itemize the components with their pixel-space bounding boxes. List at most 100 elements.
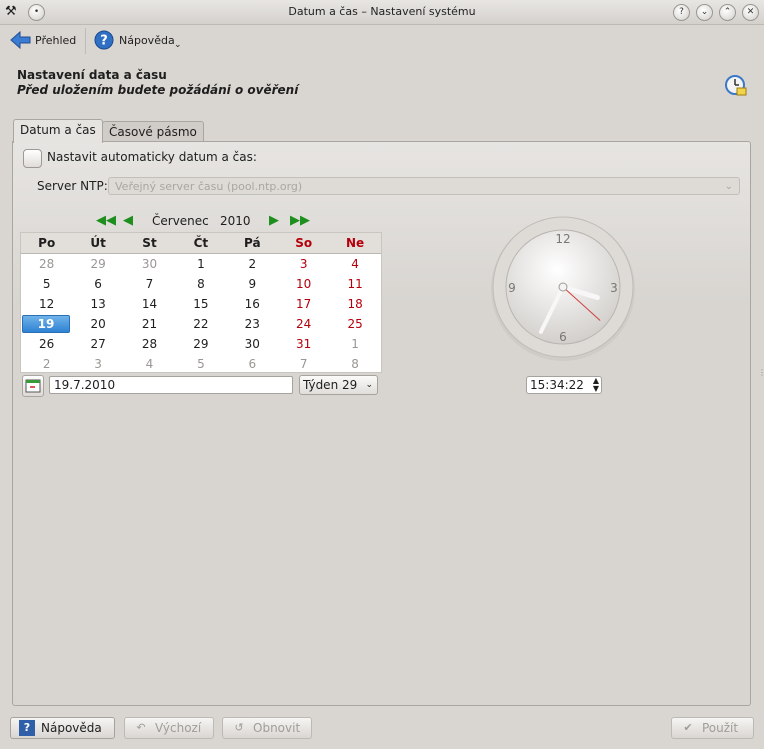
calendar-day[interactable]: 29 — [72, 254, 123, 274]
week-combo[interactable]: Týden 29 ⌄ — [299, 375, 378, 395]
calendar-day[interactable]: 21 — [124, 314, 175, 334]
calendar-day[interactable]: 24 — [278, 314, 329, 334]
weekday-header: Ne — [345, 236, 365, 250]
auto-datetime-checkbox[interactable] — [23, 149, 42, 168]
calendar-day[interactable]: 1 — [175, 254, 226, 274]
ntp-server-combo[interactable]: Veřejný server času (pool.ntp.org) ⌄ — [108, 177, 740, 195]
defaults-icon: ↶ — [136, 721, 146, 734]
calendar-day[interactable]: 10 — [278, 274, 329, 294]
tab-timezone[interactable]: Časové pásmo — [102, 121, 204, 142]
svg-text:?: ? — [100, 34, 108, 49]
weekday-header: Po — [38, 236, 56, 250]
apply-button[interactable]: ✔ Použít — [671, 717, 754, 739]
help-icon: ? — [94, 30, 114, 50]
auto-datetime-label: Nastavit automaticky datum a čas: — [47, 150, 257, 164]
time-input[interactable]: 15:34:22 ▲ ▼ — [526, 376, 602, 394]
calendar-day[interactable]: 22 — [175, 314, 226, 334]
weekday-header: Čt — [193, 236, 209, 250]
checkmark-icon: ✔ — [683, 721, 693, 734]
calendar-day[interactable]: 5 — [21, 274, 72, 294]
defaults-button-label: Výchozí — [155, 721, 202, 735]
spin-arrows-icon[interactable]: ▲ ▼ — [593, 377, 599, 393]
calendar-day[interactable]: 28 — [21, 254, 72, 274]
calendar-day[interactable]: 15 — [175, 294, 226, 314]
calendar-day[interactable]: 8 — [175, 274, 226, 294]
calendar-day[interactable]: 26 — [21, 334, 72, 354]
calendar-day[interactable]: 3 — [278, 254, 329, 274]
maximize-icon[interactable]: ⌃ — [719, 4, 736, 21]
calendar-day[interactable]: 30 — [227, 334, 278, 354]
calendar-day[interactable]: 19 — [22, 315, 70, 333]
calendar-day[interactable]: 7 — [124, 274, 175, 294]
calendar-day[interactable]: 7 — [278, 354, 329, 374]
calendar-day[interactable]: 17 — [278, 294, 329, 314]
ntp-server-value: Veřejný server času (pool.ntp.org) — [115, 180, 303, 193]
calendar-day[interactable]: 9 — [227, 274, 278, 294]
calendar-day[interactable]: 8 — [329, 354, 380, 374]
defaults-button[interactable]: ↶ Výchozí — [124, 717, 214, 739]
help-window-icon[interactable]: ? — [673, 4, 690, 21]
page-subtitle: Před uložením budete požádáni o ověření — [17, 83, 299, 97]
calendar-day[interactable]: 28 — [124, 334, 175, 354]
toolbar-separator — [85, 28, 86, 54]
calendar-day[interactable]: 4 — [329, 254, 380, 274]
calendar-day[interactable]: 12 — [21, 294, 72, 314]
window-title: Datum a čas – Nastavení systému — [288, 5, 476, 18]
close-icon[interactable]: ✕ — [742, 4, 759, 21]
calendar-day[interactable]: 29 — [175, 334, 226, 354]
clock-number: 6 — [559, 330, 567, 344]
weekday-header: Pá — [244, 236, 261, 250]
calendar-day[interactable]: 27 — [72, 334, 123, 354]
weekday-header: Út — [90, 236, 106, 250]
minimize-icon[interactable]: ⌄ — [696, 4, 713, 21]
time-value: 15:34:22 — [530, 378, 584, 392]
calendar-day[interactable]: 16 — [227, 294, 278, 314]
calendar-day[interactable]: 2 — [21, 354, 72, 374]
back-button[interactable]: Přehled — [10, 28, 76, 52]
clock-number: 12 — [555, 232, 570, 246]
prev-year-icon[interactable]: ◀◀ — [96, 213, 116, 229]
calendar-day[interactable]: 3 — [72, 354, 123, 374]
calendar-grid: Po Út St Čt Pá So Ne 28 29 30 1 2 3 4 5 6 7 8 9 10 11 12 13 14… — [20, 232, 382, 373]
tab-date-time[interactable]: Datum a čas — [13, 119, 103, 143]
prev-month-icon[interactable]: ◀ — [120, 213, 136, 229]
calendar-day[interactable]: 18 — [329, 294, 380, 314]
weekday-header: So — [295, 236, 313, 250]
help-menu-button[interactable]: ? Nápověda ⌄ — [94, 28, 182, 52]
apply-button-label: Použít — [702, 721, 739, 735]
calendar-day[interactable]: 2 — [227, 254, 278, 274]
month-selector[interactable]: Červenec — [152, 214, 209, 228]
clock-number: 9 — [508, 281, 516, 295]
calendar-day[interactable]: 20 — [72, 314, 123, 334]
calendar-day[interactable]: 1 — [329, 334, 380, 354]
back-label: Přehled — [35, 33, 77, 47]
clock-number: 3 — [610, 281, 618, 295]
calendar-day[interactable]: 23 — [227, 314, 278, 334]
next-year-icon[interactable]: ▶▶ — [290, 213, 310, 229]
weekday-header: St — [142, 236, 157, 250]
date-input[interactable]: 19.7.2010 — [49, 376, 293, 394]
calendar-day[interactable]: 6 — [227, 354, 278, 374]
help-button[interactable]: ? Nápověda — [10, 717, 115, 739]
calendar-day[interactable]: 25 — [329, 314, 380, 334]
chevron-down-icon: ⌄ — [174, 40, 182, 50]
calendar-day[interactable]: 5 — [175, 354, 226, 374]
resize-grip-icon[interactable]: ⋮ — [758, 368, 764, 380]
page-title: Nastavení data a času — [17, 68, 167, 82]
calendar-day[interactable]: 31 — [278, 334, 329, 354]
help-book-icon: ? — [19, 720, 35, 736]
calendar-day[interactable]: 30 — [124, 254, 175, 274]
calendar-day[interactable]: 13 — [72, 294, 123, 314]
back-arrow-icon — [10, 30, 31, 50]
next-month-icon[interactable]: ▶ — [266, 213, 282, 229]
calendar-icon[interactable] — [22, 375, 44, 397]
calendar-day[interactable]: 11 — [329, 274, 380, 294]
calendar-day[interactable]: 6 — [72, 274, 123, 294]
calendar-day[interactable]: 14 — [124, 294, 175, 314]
year-selector[interactable]: 2010 — [220, 214, 251, 228]
calendar-glyph-icon — [25, 379, 41, 393]
chevron-down-icon: ⌄ — [365, 380, 373, 390]
chevron-down-icon: ⌄ — [724, 181, 733, 192]
reset-button[interactable]: ↺ Obnovit — [222, 717, 312, 739]
calendar-day[interactable]: 4 — [124, 354, 175, 374]
